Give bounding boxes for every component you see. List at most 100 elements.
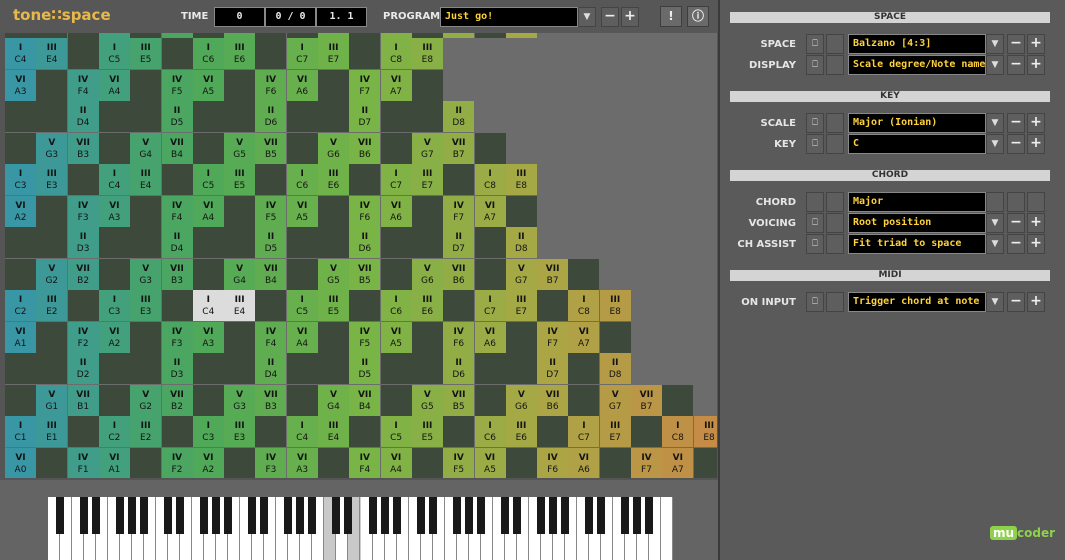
increment-button[interactable]	[1027, 192, 1045, 212]
grid-cell-f7[interactable]: IV F7	[349, 69, 381, 101]
increment-button[interactable]: +	[1027, 55, 1045, 75]
piano-white-key[interactable]	[660, 497, 673, 560]
decrement-button[interactable]: −	[1007, 234, 1025, 254]
grid-cell-f6[interactable]: IV F6	[443, 321, 475, 353]
grid-cell-f3[interactable]: IV F3	[67, 195, 99, 227]
grid-cell-empty[interactable]	[411, 101, 443, 132]
grid-cell-empty[interactable]	[411, 447, 443, 478]
piano-black-key[interactable]	[500, 497, 509, 534]
grid-cell-d7[interactable]: II D7	[443, 227, 475, 258]
piano-black-key[interactable]	[452, 497, 461, 534]
param-select[interactable]: Fit triad to space	[848, 234, 986, 254]
toggle-box[interactable]	[826, 234, 844, 254]
grid-cell-empty[interactable]	[36, 101, 68, 132]
piano-black-key[interactable]	[116, 497, 125, 534]
grid-cell-c8[interactable]: I C8	[662, 416, 694, 447]
grid-cell-empty[interactable]	[474, 353, 506, 384]
grid-cell-empty[interactable]	[192, 353, 224, 384]
grid-cell-empty[interactable]	[192, 132, 224, 164]
grid-cell-b6[interactable]: B6	[380, 33, 412, 38]
piano-black-key[interactable]	[296, 497, 305, 534]
grid-cell-a5[interactable]: VI A5	[380, 321, 412, 353]
grid-cell-g4[interactable]: V G4	[318, 384, 349, 416]
grid-cell-b5[interactable]: VII B5	[255, 132, 287, 164]
grid-cell-empty[interactable]	[411, 69, 443, 101]
grid-cell-empty[interactable]	[98, 101, 130, 132]
grid-cell-c4[interactable]: I C4	[5, 38, 36, 69]
program-prev-button[interactable]: −	[601, 7, 619, 27]
grid-cell-empty[interactable]	[5, 132, 36, 164]
grid-cell-empty[interactable]	[411, 195, 443, 227]
grid-cell-b7[interactable]: B7	[505, 33, 537, 38]
param-select[interactable]: Major	[848, 192, 986, 212]
program-next-button[interactable]: +	[621, 7, 639, 27]
grid-cell-g3[interactable]: V G3	[130, 258, 162, 290]
grid-cell-e2[interactable]: III E2	[130, 416, 162, 447]
grid-cell-c1[interactable]: I C1	[5, 416, 36, 447]
grid-cell-b5[interactable]: VII B5	[349, 258, 381, 290]
grid-cell-d2[interactable]: II D2	[67, 353, 99, 384]
grid-cell-b6[interactable]: VII B6	[537, 384, 569, 416]
grid-cell-a3[interactable]: VI A3	[98, 195, 130, 227]
grid-cell-empty[interactable]	[130, 33, 162, 38]
grid-cell-empty[interactable]	[161, 38, 193, 69]
grid-cell-g4[interactable]: V G4	[224, 258, 256, 290]
grid-cell-a3[interactable]: VI A3	[286, 447, 318, 478]
grid-cell-c7[interactable]: I C7	[474, 290, 506, 321]
piano-black-key[interactable]	[596, 497, 605, 534]
grid-cell-empty[interactable]	[349, 33, 381, 38]
toggle-box[interactable]	[826, 292, 844, 312]
piano-black-key[interactable]	[476, 497, 485, 534]
grid-cell-f4[interactable]: IV F4	[349, 447, 381, 478]
grid-cell-b6[interactable]: VII B6	[349, 132, 381, 164]
grid-cell-b2[interactable]: VII B2	[67, 258, 99, 290]
grid-cell-empty[interactable]	[380, 258, 412, 290]
grid-cell-g7[interactable]: V G7	[411, 132, 443, 164]
chevron-down-icon[interactable]: ▼	[986, 234, 1004, 254]
grid-cell-d4[interactable]: II D4	[161, 227, 193, 258]
grid-cell-empty[interactable]	[255, 416, 287, 447]
piano-black-key[interactable]	[368, 497, 377, 534]
piano-black-key[interactable]	[248, 497, 257, 534]
grid-cell-f6[interactable]: IV F6	[349, 195, 381, 227]
grid-cell-a4[interactable]: VI A4	[286, 321, 318, 353]
grid-cell-d3[interactable]: II D3	[161, 353, 193, 384]
grid-cell-empty[interactable]	[192, 33, 224, 38]
grid-cell-a1[interactable]: VI A1	[98, 447, 130, 478]
piano-black-key[interactable]	[212, 497, 221, 534]
grid-cell-empty[interactable]	[411, 321, 443, 353]
grid-cell-e3[interactable]: III E3	[130, 290, 162, 321]
grid-cell-a6[interactable]: VI A6	[568, 447, 600, 478]
grid-cell-empty[interactable]	[161, 164, 193, 195]
piano-black-key[interactable]	[164, 497, 173, 534]
grid-cell-empty[interactable]	[224, 69, 256, 101]
grid-cell-a5[interactable]: VI A5	[474, 447, 506, 478]
grid-cell-empty[interactable]	[318, 101, 349, 132]
piano-black-key[interactable]	[416, 497, 425, 534]
lock-icon[interactable]: ⎕	[806, 292, 824, 312]
param-select[interactable]: Balzano [4:3]	[848, 34, 986, 54]
grid-cell-empty[interactable]	[255, 164, 287, 195]
grid-cell-d6[interactable]: II D6	[255, 101, 287, 132]
lock-icon[interactable]	[806, 192, 824, 212]
grid-cell-f5[interactable]: IV F5	[443, 447, 475, 478]
piano-black-key[interactable]	[224, 497, 233, 534]
grid-cell-c2[interactable]: I C2	[98, 416, 130, 447]
grid-cell-c8[interactable]: I C8	[568, 290, 600, 321]
piano-black-key[interactable]	[620, 497, 629, 534]
piano-black-key[interactable]	[632, 497, 641, 534]
grid-cell-empty[interactable]	[537, 290, 569, 321]
grid-cell-a4[interactable]: VI A4	[192, 195, 224, 227]
decrement-button[interactable]: −	[1007, 55, 1025, 75]
grid-cell-d5[interactable]: II D5	[349, 353, 381, 384]
grid-cell-empty[interactable]	[286, 353, 318, 384]
grid-cell-empty[interactable]	[349, 290, 381, 321]
piano-black-key[interactable]	[140, 497, 149, 534]
grid-cell-d7[interactable]: II D7	[537, 353, 569, 384]
grid-cell-e7[interactable]: III E7	[318, 38, 349, 69]
grid-cell-empty[interactable]	[474, 33, 506, 38]
grid-cell-f7[interactable]: IV F7	[537, 321, 569, 353]
grid-cell-a3[interactable]: VI A3	[192, 321, 224, 353]
grid-cell-empty[interactable]	[443, 416, 475, 447]
grid-cell-d4[interactable]: II D4	[255, 353, 287, 384]
